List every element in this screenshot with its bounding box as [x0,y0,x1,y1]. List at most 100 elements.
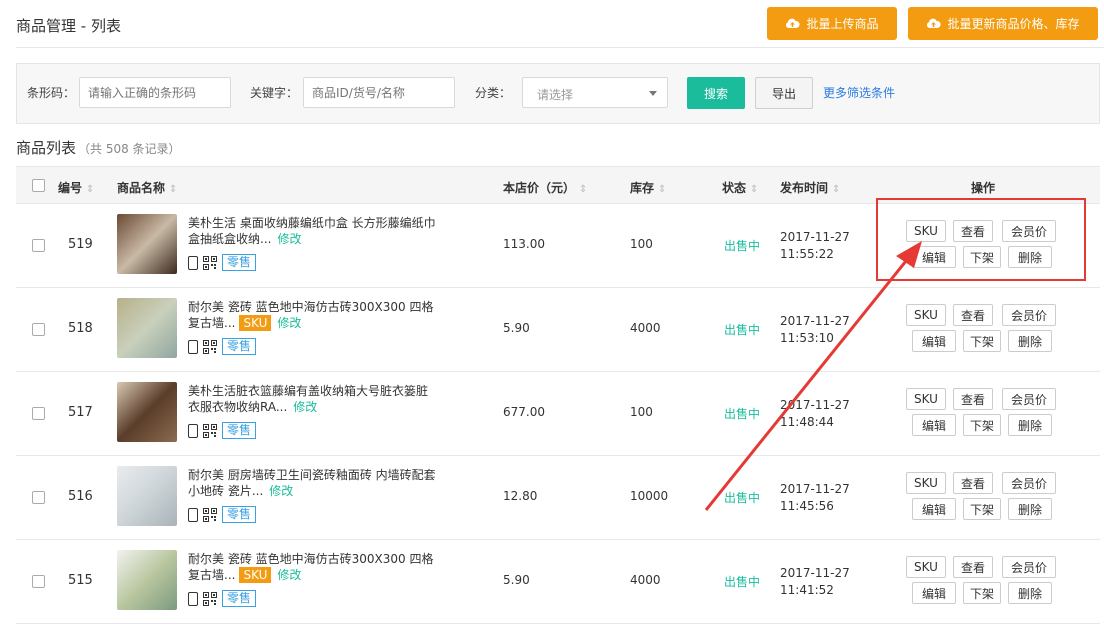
edit-button[interactable]: 编辑 [912,414,956,436]
more-filters-link[interactable]: 更多筛选条件 [823,84,895,101]
product-thumbnail[interactable] [117,382,177,442]
sku-tag: SKU [239,315,272,331]
product-name: 耐尔美 厨房墙砖卫生间瓷砖釉面砖 内墙砖配套小地砖 瓷片... 修改 [188,467,438,499]
header-time[interactable]: 发布时间 ⇕ [780,179,840,196]
mobile-icon[interactable] [188,591,198,606]
select-all-checkbox[interactable] [32,179,45,192]
unlist-button[interactable]: 下架 [963,582,1001,604]
edit-button[interactable]: 编辑 [912,498,956,520]
mobile-icon[interactable] [188,423,198,438]
header-status[interactable]: 状态 ⇕ [722,179,758,196]
product-stock: 4000 [630,573,661,587]
unlist-button[interactable]: 下架 [963,414,1001,436]
sku-button[interactable]: SKU [906,556,946,578]
qr-code-icon[interactable] [203,255,217,270]
mobile-icon[interactable] [188,339,198,354]
delete-button[interactable]: 删除 [1008,582,1052,604]
delete-button[interactable]: 删除 [1008,498,1052,520]
publish-clock: 11:45:56 [780,499,834,513]
product-tags: 零售 [188,590,257,607]
row-checkbox[interactable] [32,239,45,252]
category-label: 分类： [475,86,512,100]
product-thumbnail[interactable] [117,550,177,610]
product-thumbnail[interactable] [117,466,177,526]
batch-upload-label: 批量上传商品 [806,17,879,31]
qr-code-icon[interactable] [203,423,217,438]
product-price: 12.80 [503,489,538,503]
product-stock: 10000 [630,489,669,503]
edit-name-link[interactable]: 修改 [269,484,293,498]
delete-button[interactable]: 删除 [1008,414,1052,436]
row-checkbox[interactable] [32,407,45,420]
row-checkbox[interactable] [32,491,45,504]
unlist-button[interactable]: 下架 [963,330,1001,352]
record-count: （共 508 条记录） [78,142,181,156]
edit-name-link[interactable]: 修改 [277,316,301,330]
view-button[interactable]: 查看 [953,472,993,494]
publish-time: 2017-11-27 11:55:22 [780,229,850,263]
sku-tag: SKU [239,567,272,583]
keyword-label: 关键字： [250,86,299,100]
qr-code-icon[interactable] [203,591,217,606]
retail-tag[interactable]: 零售 [222,338,257,355]
product-stock: 100 [630,237,653,251]
publish-date: 2017-11-27 [780,482,850,496]
retail-tag[interactable]: 零售 [222,422,257,439]
product-name: 美朴生活脏衣篮藤编有盖收纳箱大号脏衣篓脏衣服衣物收纳RA... 修改 [188,383,438,415]
search-button[interactable]: 搜索 [687,77,745,109]
publish-clock: 11:48:44 [780,415,834,429]
keyword-input[interactable] [303,77,455,108]
retail-tag[interactable]: 零售 [222,254,257,271]
header-id[interactable]: 编号 ⇕ [58,179,94,196]
product-thumbnail[interactable] [117,214,177,274]
export-button[interactable]: 导出 [755,77,813,109]
member-price-button[interactable]: 会员价 [1002,472,1056,494]
view-button[interactable]: 查看 [953,388,993,410]
qr-code-icon[interactable] [203,339,217,354]
edit-button[interactable]: 编辑 [912,582,956,604]
member-price-button[interactable]: 会员价 [1002,388,1056,410]
cloud-upload-icon [927,18,942,28]
delete-button[interactable]: 删除 [1008,330,1052,352]
product-name-text: 耐尔美 瓷砖 蓝色地中海仿古砖300X300 四格复古墙... [188,552,434,582]
sort-icon: ⇕ [169,184,178,195]
product-thumbnail[interactable] [117,298,177,358]
cloud-upload-icon [786,18,801,28]
product-name-text: 美朴生活 桌面收纳藤编纸巾盒 长方形藤编纸巾盒抽纸盒收纳... [188,216,436,246]
category-select[interactable]: 请选择 [522,77,668,108]
barcode-input[interactable] [79,77,231,108]
unlist-button[interactable]: 下架 [963,498,1001,520]
row-checkbox[interactable] [32,323,45,336]
edit-name-link[interactable]: 修改 [293,400,317,414]
header-name[interactable]: 商品名称 ⇕ [117,179,177,196]
view-button[interactable]: 查看 [953,556,993,578]
publish-clock: 11:55:22 [780,247,834,261]
header-stock[interactable]: 库存 ⇕ [630,179,666,196]
view-button[interactable]: 查看 [953,304,993,326]
edit-name-link[interactable]: 修改 [277,232,301,246]
product-price: 113.00 [503,237,545,251]
retail-tag[interactable]: 零售 [222,506,257,523]
member-price-button[interactable]: 会员价 [1002,556,1056,578]
header-price[interactable]: 本店价（元） ⇕ [503,179,587,196]
edit-button[interactable]: 编辑 [912,330,956,352]
product-id: 516 [68,489,93,504]
sku-button[interactable]: SKU [906,388,946,410]
publish-time: 2017-11-27 11:41:52 [780,565,850,599]
mobile-icon[interactable] [188,255,198,270]
mobile-icon[interactable] [188,507,198,522]
product-price: 5.90 [503,321,530,335]
retail-tag[interactable]: 零售 [222,590,257,607]
row-checkbox[interactable] [32,575,45,588]
member-price-button[interactable]: 会员价 [1002,304,1056,326]
qr-code-icon[interactable] [203,507,217,522]
batch-upload-button[interactable]: 批量上传商品 [767,7,897,40]
publish-date: 2017-11-27 [780,230,850,244]
sort-icon: ⇕ [832,184,841,195]
edit-name-link[interactable]: 修改 [277,568,301,582]
product-stock: 4000 [630,321,661,335]
sku-button[interactable]: SKU [906,472,946,494]
sku-button[interactable]: SKU [906,304,946,326]
publish-clock: 11:53:10 [780,331,834,345]
batch-update-button[interactable]: 批量更新商品价格、库存 [908,7,1098,40]
